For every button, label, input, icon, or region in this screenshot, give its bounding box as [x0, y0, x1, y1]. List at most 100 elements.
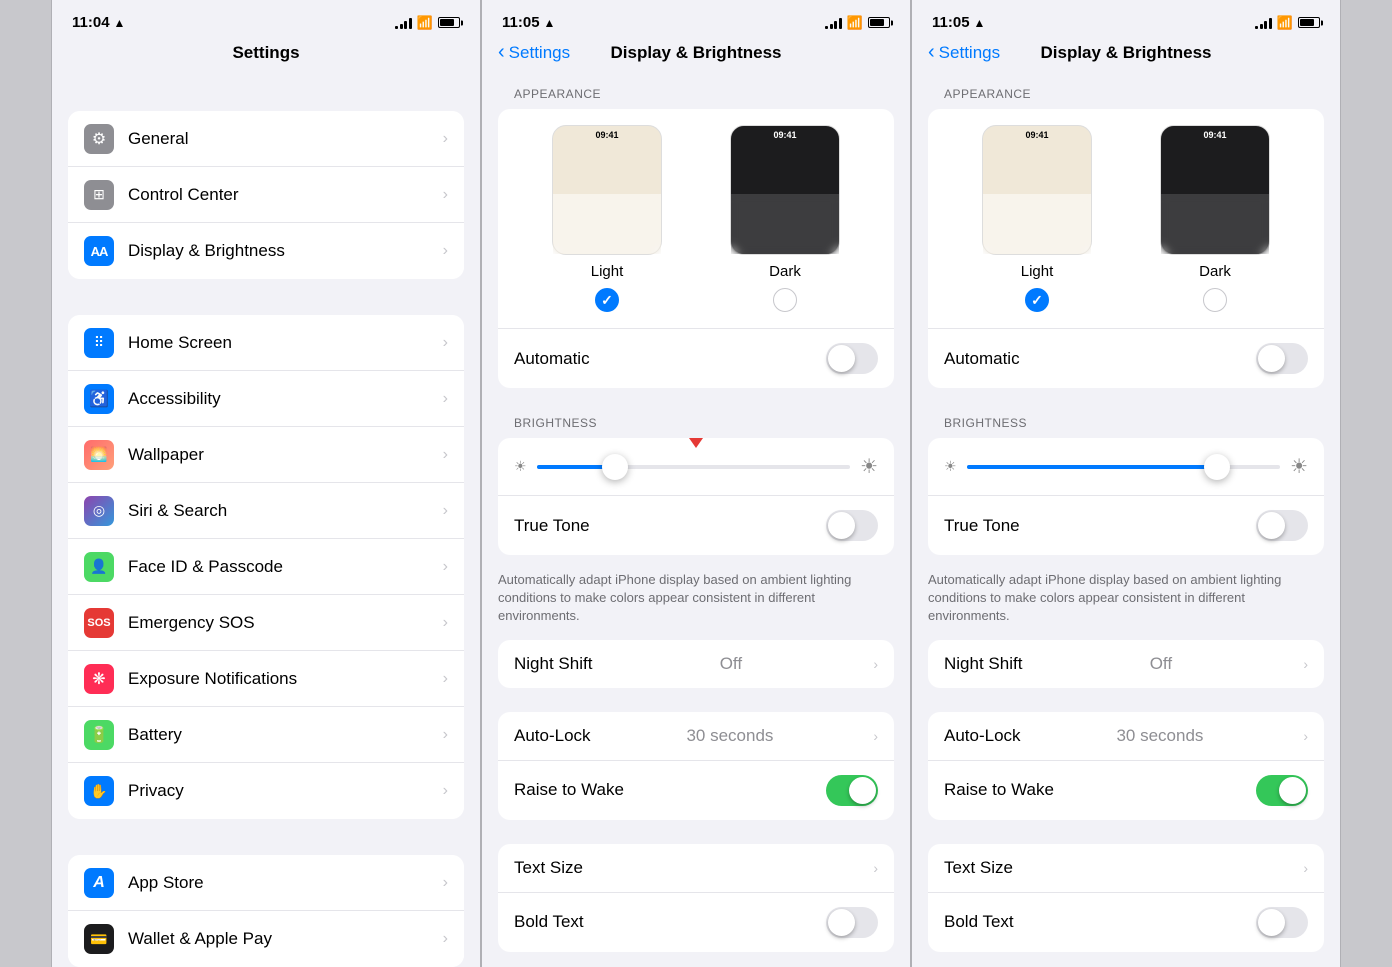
signal-icon-2 [825, 17, 842, 29]
light-mode-option-3[interactable]: 09:41 Light ✓ [982, 125, 1092, 312]
night-shift-row-3[interactable]: Night Shift Off › [928, 640, 1324, 688]
light-label-3: Light [1021, 263, 1054, 280]
automatic-label-2: Automatic [514, 349, 590, 369]
db-header-2: ‹ Settings Display & Brightness [482, 39, 910, 75]
text-size-row-2[interactable]: Text Size › [498, 844, 894, 892]
home-screen-chevron: › [443, 334, 448, 352]
automatic-toggle-3[interactable] [1256, 343, 1308, 374]
location-icon-3: ▲ [974, 16, 986, 30]
auto-lock-row-3[interactable]: Auto-Lock 30 seconds › [928, 712, 1324, 760]
face-id-chevron: › [443, 558, 448, 576]
location-icon-1: ▲ [114, 16, 126, 30]
raise-to-wake-toggle-2[interactable] [826, 775, 878, 806]
settings-group-3: A App Store › 💳 Wallet & Apple Pay › [68, 855, 464, 967]
brightness-slider-3[interactable]: ☀ ☀ [944, 454, 1308, 479]
settings-row-wallet[interactable]: 💳 Wallet & Apple Pay › [68, 911, 464, 967]
true-tone-knob-3 [1258, 512, 1285, 539]
settings-row-display[interactable]: AA Display & Brightness › [68, 223, 464, 279]
back-button-2[interactable]: ‹ Settings [498, 43, 570, 63]
settings-row-siri[interactable]: ◎ Siri & Search › [68, 483, 464, 539]
raise-to-wake-row-2: Raise to Wake [498, 760, 894, 820]
brightness-section-label-2: BRIGHTNESS [482, 404, 910, 438]
auto-lock-chevron-3: › [1303, 728, 1308, 744]
wallpaper-label: Wallpaper [128, 445, 443, 465]
light-radio-2[interactable]: ✓ [595, 288, 619, 312]
light-check-2: ✓ [601, 292, 613, 309]
automatic-knob-2 [828, 345, 855, 372]
phone-1: 11:04 ▲ 📶 Settings [51, 0, 481, 967]
wallpaper-icon: 🌅 [84, 440, 114, 470]
settings-row-control-center[interactable]: ⊞ Control Center › [68, 167, 464, 223]
brightness-slider-section-2: ☀ ☀ [498, 438, 894, 495]
back-button-3[interactable]: ‹ Settings [928, 43, 1000, 63]
settings-row-app-store[interactable]: A App Store › [68, 855, 464, 911]
settings-row-home-screen[interactable]: ⠿ Home Screen › [68, 315, 464, 371]
exposure-label: Exposure Notifications [128, 669, 443, 689]
settings-list[interactable]: ⚙ General › ⊞ Control Center › AA Displa… [52, 75, 480, 967]
dark-radio-2[interactable] [773, 288, 797, 312]
status-time-3: 11:05 [932, 14, 970, 31]
siri-label: Siri & Search [128, 501, 443, 521]
wifi-icon-1: 📶 [417, 15, 433, 31]
bold-text-knob-2 [828, 909, 855, 936]
accessibility-chevron: › [443, 390, 448, 408]
true-tone-info-2: Automatically adapt iPhone display based… [482, 563, 910, 640]
dark-label-3: Dark [1199, 263, 1231, 280]
siri-chevron: › [443, 502, 448, 520]
automatic-toggle-2[interactable] [826, 343, 878, 374]
raise-to-wake-knob-3 [1279, 777, 1306, 804]
wifi-icon-3: 📶 [1277, 15, 1293, 31]
privacy-label: Privacy [128, 781, 443, 801]
slider-thumb-2[interactable] [602, 454, 628, 480]
settings-row-exposure[interactable]: ❋ Exposure Notifications › [68, 651, 464, 707]
app-store-chevron: › [443, 874, 448, 892]
settings-row-face-id[interactable]: 👤 Face ID & Passcode › [68, 539, 464, 595]
raise-to-wake-toggle-3[interactable] [1256, 775, 1308, 806]
dark-radio-3[interactable] [1203, 288, 1227, 312]
phone-3: 11:05 ▲ 📶 ‹ Settings [911, 0, 1341, 967]
dark-mode-option-2[interactable]: 09:41 Dark [730, 125, 840, 312]
night-shift-chevron-2: › [873, 656, 878, 672]
settings-header: Settings [52, 39, 480, 75]
settings-row-battery[interactable]: 🔋 Battery › [68, 707, 464, 763]
back-chevron-3: ‹ [928, 42, 935, 62]
true-tone-toggle-2[interactable] [826, 510, 878, 541]
bold-text-label-2: Bold Text [514, 912, 584, 932]
night-shift-value-3: Off [1150, 654, 1172, 674]
db-content-2: APPEARANCE 09:41 Light ✓ [482, 75, 910, 967]
back-label-2: Settings [509, 43, 570, 63]
brightness-slider-2[interactable]: ☀ ☀ [514, 454, 878, 479]
settings-row-emergency-sos[interactable]: SOS Emergency SOS › [68, 595, 464, 651]
settings-row-privacy[interactable]: ✋ Privacy › [68, 763, 464, 819]
back-label-3: Settings [939, 43, 1000, 63]
control-center-chevron: › [443, 186, 448, 204]
sun-large-icon-3: ☀ [1290, 454, 1308, 479]
text-size-row-3[interactable]: Text Size › [928, 844, 1324, 892]
night-shift-row-2[interactable]: Night Shift Off › [498, 640, 894, 688]
brightness-card-3: ☀ ☀ True Tone [928, 438, 1324, 555]
bold-text-toggle-3[interactable] [1256, 907, 1308, 938]
bold-text-row-2: Bold Text [498, 892, 894, 952]
light-radio-3[interactable]: ✓ [1025, 288, 1049, 312]
wallpaper-chevron: › [443, 446, 448, 464]
status-time-2: 11:05 [502, 14, 540, 31]
home-screen-icon: ⠿ [84, 328, 114, 358]
settings-row-wallpaper[interactable]: 🌅 Wallpaper › [68, 427, 464, 483]
slider-thumb-3[interactable] [1204, 454, 1230, 480]
status-icons-1: 📶 [395, 15, 460, 31]
auto-lock-row-2[interactable]: Auto-Lock 30 seconds › [498, 712, 894, 760]
dark-mode-option-3[interactable]: 09:41 Dark [1160, 125, 1270, 312]
true-tone-toggle-3[interactable] [1256, 510, 1308, 541]
settings-row-accessibility[interactable]: ♿ Accessibility › [68, 371, 464, 427]
bold-text-toggle-2[interactable] [826, 907, 878, 938]
settings-title: Settings [232, 43, 299, 63]
brightness-slider-section-3: ☀ ☀ [928, 438, 1324, 495]
slider-track-3 [967, 465, 1281, 469]
status-bar-2: 11:05 ▲ 📶 [482, 0, 910, 39]
status-icons-3: 📶 [1255, 15, 1320, 31]
light-mode-option-2[interactable]: 09:41 Light ✓ [552, 125, 662, 312]
settings-row-general[interactable]: ⚙ General › [68, 111, 464, 167]
display-icon: AA [84, 236, 114, 266]
night-shift-card-3: Night Shift Off › [928, 640, 1324, 688]
battery-chevron: › [443, 726, 448, 744]
